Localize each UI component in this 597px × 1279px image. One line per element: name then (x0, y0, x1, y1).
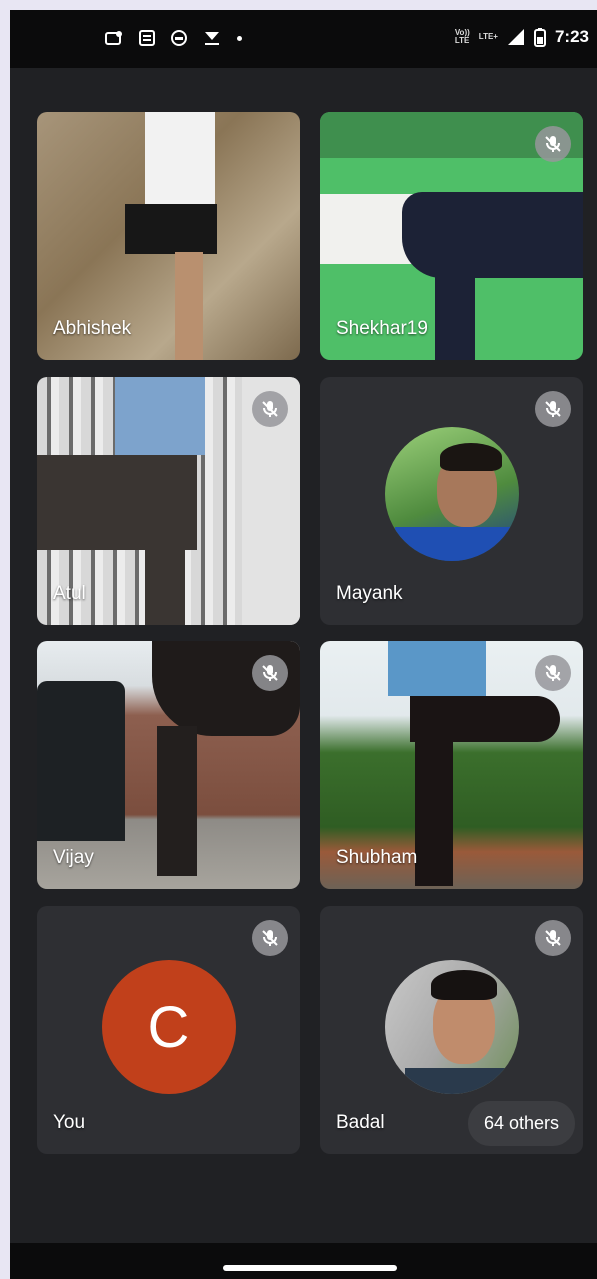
meet-call-screen: Vo)) LTE LTE+ 7:23 Abhishek Shekhar19 At… (10, 10, 597, 1279)
participant-name: Vijay (53, 847, 94, 868)
navigation-bar (10, 1243, 597, 1279)
participant-name: Badal (336, 1112, 385, 1133)
muted-mic-icon (535, 391, 571, 427)
status-bar: Vo)) LTE LTE+ 7:23 (10, 10, 597, 68)
muted-mic-icon (252, 920, 288, 956)
participant-tile-abhishek[interactable]: Abhishek (37, 112, 300, 360)
avatar-shirt (394, 527, 515, 561)
video-feed-detail (115, 377, 205, 455)
lte-signal-icon: LTE+ (478, 32, 498, 41)
video-feed-detail (435, 262, 475, 360)
muted-mic-icon (252, 655, 288, 691)
news-icon (139, 30, 155, 46)
clock: 7:23 (554, 27, 589, 46)
video-feed (145, 112, 215, 204)
signal-icon (507, 29, 524, 45)
participant-name: You (53, 1112, 86, 1133)
home-gesture-handle[interactable] (223, 1265, 397, 1271)
participant-tile-atul[interactable]: Atul (37, 377, 300, 625)
avatar-hair (439, 443, 502, 471)
video-feed-detail (145, 547, 185, 625)
avatar-hair (430, 970, 497, 1000)
battery-icon (533, 27, 546, 47)
video-feed-detail (125, 204, 217, 254)
video-feed-detail (388, 641, 486, 696)
status-left-icons (105, 30, 242, 46)
participant-tile-shekhar19[interactable]: Shekhar19 (320, 112, 583, 360)
status-right-icons: Vo)) LTE LTE+ 7:23 (455, 27, 589, 47)
volte-icon: Vo)) LTE (454, 28, 470, 45)
muted-mic-icon (535, 920, 571, 956)
avatar: C (101, 960, 236, 1094)
participant-name: Abhishek (53, 318, 132, 339)
video-feed-detail (415, 736, 453, 886)
cast-icon (105, 31, 122, 45)
participant-tile-vijay[interactable]: Vijay (37, 641, 300, 889)
participant-tile-mayank[interactable]: Mayank (320, 377, 583, 625)
avatar (384, 427, 519, 561)
others-count-button[interactable]: 64 others (467, 1101, 575, 1146)
participant-tile-badal[interactable]: Badal 64 others (320, 906, 583, 1154)
muted-mic-icon (535, 655, 571, 691)
avatar-shirt (404, 1068, 505, 1094)
participant-tile-you[interactable]: C You (37, 906, 300, 1154)
video-feed-detail (157, 726, 197, 876)
video-feed-detail (402, 192, 583, 278)
participant-name: Mayank (336, 583, 403, 604)
dot-icon (237, 35, 242, 41)
muted-mic-icon (252, 391, 288, 427)
avatar-initial: C (147, 994, 190, 1060)
video-feed-detail (37, 681, 125, 841)
participant-tile-shubham[interactable]: Shubham (320, 641, 583, 889)
participant-name: Shubham (336, 847, 418, 868)
participant-name: Shekhar19 (336, 318, 428, 339)
muted-mic-icon (535, 126, 571, 162)
media-icon (171, 30, 187, 46)
video-feed-detail (37, 455, 197, 550)
video-feed-detail (175, 252, 203, 360)
download-icon (205, 32, 219, 45)
avatar (384, 960, 519, 1094)
participant-name: Atul (53, 583, 86, 604)
